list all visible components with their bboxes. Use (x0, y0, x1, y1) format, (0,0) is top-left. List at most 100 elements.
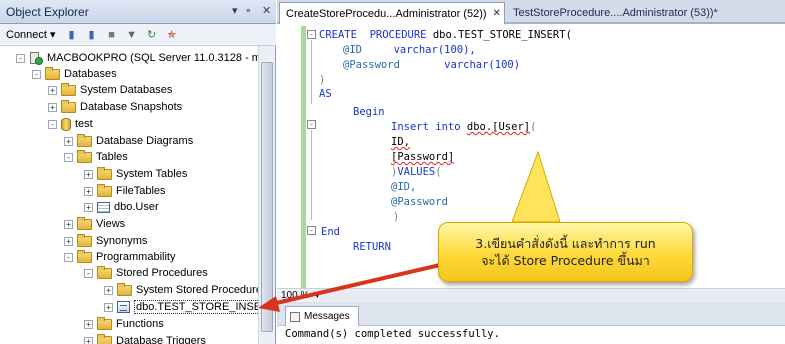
tree-vertical-scrollbar[interactable] (258, 46, 275, 344)
tree-node-label: MACBOOKPRO (SQL Server 11.0.3128 - mac (47, 52, 258, 64)
messages-text: Command(s) completed successfully. (285, 328, 500, 340)
folder-icon (61, 82, 76, 96)
tree-node-label: FileTables (116, 185, 166, 197)
tree-node-synonyms[interactable]: + Synonyms (64, 233, 147, 249)
change-tracking-bar (301, 26, 306, 288)
refresh-icon[interactable]: ↻ (144, 27, 160, 43)
tree-node-stored-procedures[interactable]: - Stored Procedures (84, 265, 208, 281)
object-explorer-tree: - MACBOOKPRO (SQL Server 11.0.3128 - mac… (0, 46, 258, 344)
outline-collapse-icon[interactable]: - (307, 30, 316, 39)
tree-node-label: Database Diagrams (96, 135, 194, 147)
tree-node-databases[interactable]: - Databases (32, 66, 117, 82)
close-tab-icon[interactable]: ✕ (493, 8, 501, 19)
tree-node-database-snapshots[interactable]: + Database Snapshots (48, 99, 182, 115)
expand-icon[interactable]: + (84, 169, 93, 179)
folder-icon (97, 316, 112, 330)
folder-icon (97, 265, 112, 279)
collapse-icon[interactable]: - (64, 152, 73, 162)
pin-icon[interactable]: ॰ (246, 4, 251, 19)
expand-icon[interactable]: + (64, 236, 73, 246)
folder-icon (117, 282, 132, 296)
tree-node-system-stored-procedures[interactable]: + System Stored Procedure (104, 282, 258, 298)
tab-label: Messages (304, 311, 350, 322)
disconnect-icon[interactable]: ▮ (84, 27, 100, 43)
messages-icon (290, 311, 300, 322)
folder-icon (45, 66, 60, 80)
code-line: AS (319, 88, 332, 100)
expand-icon[interactable]: + (104, 302, 113, 312)
activity-icon[interactable]: ✯ (164, 27, 180, 43)
outline-collapse-icon[interactable]: - (307, 226, 316, 235)
tree-node-system-databases[interactable]: + System Databases (48, 82, 172, 98)
stop-icon[interactable]: ■ (104, 27, 120, 43)
document-tabs: CreateStoreProcedu...Administrator (52))… (277, 0, 785, 24)
code-line: Insert into dbo.[User]( (391, 121, 537, 133)
tree-node-views[interactable]: + Views (64, 216, 125, 232)
collapse-icon[interactable]: - (48, 119, 57, 129)
tree-node-system-tables[interactable]: + System Tables (84, 166, 187, 182)
folder-icon (77, 249, 92, 263)
editor-horizontal-scrollbar[interactable] (320, 290, 785, 301)
collapse-icon[interactable]: - (32, 69, 41, 79)
code-line: RETURN (353, 241, 391, 253)
expand-icon[interactable]: + (84, 202, 93, 212)
tree-node-functions[interactable]: + Functions (84, 316, 164, 332)
object-explorer-panel: Object Explorer ▾ ॰ ✕ Connect ▾ ▮ ▮ ■ ▼ … (0, 0, 276, 344)
tree-node-label: System Stored Procedure (136, 284, 258, 296)
database-icon (61, 117, 71, 131)
collapse-icon[interactable]: - (64, 252, 73, 262)
collapse-icon[interactable]: - (84, 268, 93, 278)
connect-icon[interactable]: ▮ (64, 27, 80, 43)
connect-button[interactable]: Connect ▾ (6, 28, 56, 41)
code-line: ID, (391, 136, 410, 148)
expand-icon[interactable]: + (84, 336, 93, 344)
expand-icon[interactable]: + (104, 285, 113, 295)
expand-icon[interactable]: + (64, 219, 73, 229)
server-icon (29, 51, 43, 65)
tree-node-label: Functions (116, 318, 164, 330)
scrollbar-thumb[interactable] (261, 62, 273, 332)
expand-icon[interactable]: + (48, 102, 57, 112)
code-line: @Password (391, 196, 448, 208)
tab-label: CreateStoreProcedu...Administrator (52)) (286, 7, 487, 20)
outline-guide (311, 130, 312, 220)
collapse-icon[interactable]: - (16, 53, 25, 63)
tree-node-programmability[interactable]: - Programmability (64, 249, 175, 265)
tab-create-store-procedure[interactable]: CreateStoreProcedu...Administrator (52))… (279, 2, 505, 24)
tree-node-database-triggers[interactable]: + Database Triggers (84, 333, 206, 344)
pin-dropdown-icon[interactable]: ▾ (232, 4, 238, 17)
folder-icon (97, 333, 112, 344)
code-line: @Password varchar(100) (343, 59, 521, 71)
tree-node-label: System Databases (80, 84, 173, 96)
tree-node-dbo-test-store-insert[interactable]: + dbo.TEST_STORE_INSERT (104, 299, 258, 315)
tree-node-label: Database Snapshots (80, 101, 183, 113)
tree-node-server[interactable]: - MACBOOKPRO (SQL Server 11.0.3128 - mac (16, 50, 258, 66)
code-line: [Password] (391, 151, 455, 163)
folder-icon (77, 133, 92, 147)
tree-node-test-database[interactable]: - test (48, 116, 93, 132)
zoom-level[interactable]: 100 % (281, 290, 309, 301)
close-panel-icon[interactable]: ✕ (262, 4, 271, 17)
folder-icon (77, 233, 92, 247)
callout-line-1: 3.เขียนคำสั่งดังนี้ และทำการ run (475, 236, 656, 251)
tree-node-database-diagrams[interactable]: + Database Diagrams (64, 133, 193, 149)
expand-icon[interactable]: + (48, 85, 57, 95)
callout-line-2: จะได้ Store Procedure ขึ้นมา (481, 253, 650, 268)
filter-icon[interactable]: ▼ (124, 27, 140, 43)
tab-test-store-procedure[interactable]: TestStoreProcedure....Administrator (53)… (507, 2, 783, 24)
tree-node-filetables[interactable]: + FileTables (84, 183, 166, 199)
tab-messages[interactable]: Messages (285, 306, 359, 326)
tree-node-label: dbo.User (114, 201, 159, 213)
code-line: @ID, (391, 181, 417, 193)
tree-node-tables[interactable]: - Tables (64, 149, 128, 165)
folder-icon (77, 149, 92, 163)
messages-pane[interactable]: Command(s) completed successfully. (277, 326, 785, 344)
code-line: CREATE PROCEDURE dbo.TEST_STORE_INSERT( (319, 29, 572, 41)
outline-collapse-icon[interactable]: - (307, 120, 316, 129)
expand-icon[interactable]: + (84, 186, 93, 196)
expand-icon[interactable]: + (84, 319, 93, 329)
tree-node-label: Programmability (96, 251, 176, 263)
code-line: ) (393, 211, 400, 223)
expand-icon[interactable]: + (64, 136, 73, 146)
tree-node-dbo-user[interactable]: + dbo.User (84, 199, 159, 215)
